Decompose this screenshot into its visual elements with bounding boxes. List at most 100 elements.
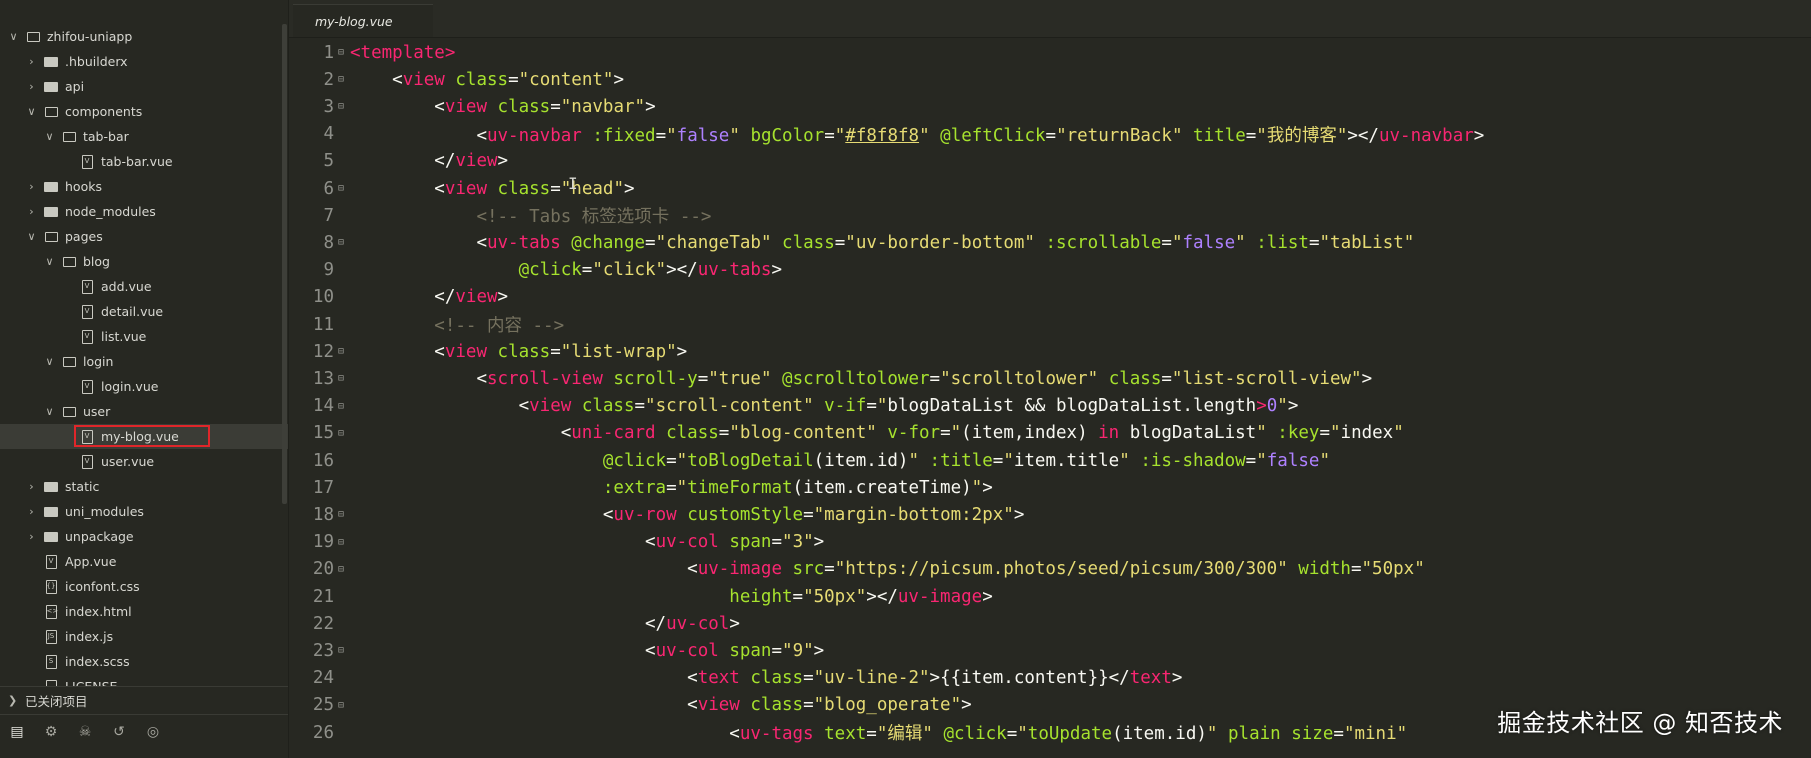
fold-toggle-icon[interactable]: ⊟ bbox=[334, 101, 348, 112]
tree-item-login[interactable]: ∨ login bbox=[0, 349, 288, 374]
code-line[interactable]: 19 ⊟ <uv-col span="3"> bbox=[289, 529, 1811, 556]
debug-icon[interactable]: ☠ bbox=[76, 724, 94, 740]
fold-toggle-icon[interactable]: ⊟ bbox=[334, 645, 348, 656]
fold-toggle-icon[interactable]: ⊟ bbox=[334, 74, 348, 85]
code-token: </ bbox=[434, 287, 456, 308]
fold-toggle-icon[interactable]: ⊟ bbox=[334, 428, 348, 439]
code-line[interactable]: 7 <!-- Tabs 标签选项卡 --> bbox=[289, 202, 1811, 229]
code-token: view bbox=[529, 396, 582, 417]
code-line[interactable]: 1 ⊟ <template> bbox=[289, 39, 1811, 66]
vue-file-icon: V bbox=[80, 279, 94, 294]
code-token: "true" bbox=[708, 368, 772, 389]
code-token: scroll-view bbox=[486, 368, 614, 389]
tree-item-user[interactable]: ∨ user bbox=[0, 399, 288, 424]
code-line[interactable]: 21 height="50px"></uv-image> bbox=[289, 583, 1811, 610]
tree-item-detail-vue[interactable]: Vdetail.vue bbox=[0, 299, 288, 324]
tree-item-iconfont-css[interactable]: {} iconfont.css bbox=[0, 574, 288, 599]
code-line[interactable]: 16 @click="toBlogDetail(item.id)" :title… bbox=[289, 447, 1811, 474]
fold-toggle-icon[interactable]: ⊟ bbox=[334, 237, 348, 248]
code-token: = bbox=[550, 341, 561, 362]
plugin-icon[interactable]: ⚙ bbox=[42, 724, 60, 740]
code-token: view bbox=[444, 96, 498, 117]
code-token: " bbox=[676, 477, 688, 498]
code-token: uv-col bbox=[655, 640, 730, 661]
fold-toggle-icon[interactable]: ⊟ bbox=[334, 401, 348, 412]
tree-item-components[interactable]: ∨ components bbox=[0, 99, 288, 124]
tree-item-hooks[interactable]: › hooks bbox=[0, 174, 288, 199]
fold-toggle-icon[interactable]: ⊟ bbox=[334, 183, 348, 194]
code-token: class bbox=[782, 232, 835, 253]
closed-projects-item[interactable]: ❯ 已关闭项目 bbox=[0, 686, 288, 713]
fold-toggle-icon[interactable]: ⊟ bbox=[334, 346, 348, 357]
code-line[interactable]: 18 ⊟ <uv-row customStyle="margin-bottom:2… bbox=[289, 501, 1811, 528]
code-line[interactable]: 8 ⊟ <uv-tabs @change="changeTab" class="u… bbox=[289, 229, 1811, 256]
fold-toggle-icon[interactable]: ⊟ bbox=[334, 509, 348, 520]
tree-item-index-html[interactable]: <> index.html bbox=[0, 599, 288, 624]
sidebar-scrollbar[interactable] bbox=[282, 24, 287, 504]
code-line[interactable]: 17 :extra="timeFormat(item.createTime)"> bbox=[289, 474, 1811, 501]
code-token: :scrollable bbox=[1045, 232, 1162, 253]
code-text: <!-- 内容 --> bbox=[348, 312, 564, 337]
tree-item-login-vue[interactable]: Vlogin.vue bbox=[0, 374, 288, 399]
tree-item-blog[interactable]: ∨ blog bbox=[0, 249, 288, 274]
editor-tab-bar: my-blog.vue bbox=[289, 0, 1811, 38]
code-token: @click bbox=[518, 260, 582, 281]
tree-item-add-vue[interactable]: Vadd.vue bbox=[0, 274, 288, 299]
tree-item-label: list.vue bbox=[101, 329, 147, 344]
code-line[interactable]: 15 ⊟ <uni-card class="blog-content" v-for… bbox=[289, 420, 1811, 447]
fold-toggle-icon[interactable]: ⊟ bbox=[334, 700, 348, 711]
code-line[interactable]: 14 ⊟ <view class="scroll-content" v-if="b… bbox=[289, 393, 1811, 420]
fold-toggle-icon[interactable]: ⊟ bbox=[334, 373, 348, 384]
code-token: = bbox=[771, 532, 783, 553]
tree-item-index-js[interactable]: JS index.js bbox=[0, 624, 288, 649]
code-text: </uv-col> bbox=[348, 614, 740, 634]
browser-icon[interactable]: ◎ bbox=[144, 724, 162, 740]
tree-item-pages[interactable]: ∨ pages bbox=[0, 224, 288, 249]
code-line[interactable]: 13 ⊟ <scroll-view scroll-y="true" @scroll… bbox=[289, 365, 1811, 392]
code-token: in bbox=[1098, 423, 1120, 444]
tree-item-zhifou-uniapp[interactable]: ∨ zhifou-uniapp bbox=[0, 24, 288, 49]
code-line[interactable]: 24 <text class="uv-line-2">{{item.conten… bbox=[289, 665, 1811, 692]
code-line[interactable]: 2 ⊟ <view class="content"> bbox=[289, 66, 1811, 93]
code-line[interactable]: 11 <!-- 内容 --> bbox=[289, 311, 1811, 338]
tree-item-my-blog-vue[interactable]: Vmy-blog.vue bbox=[0, 424, 288, 449]
code-line[interactable]: 5 </view> bbox=[289, 148, 1811, 175]
tree-item-node-modules[interactable]: › node_modules bbox=[0, 199, 288, 224]
code-token: "navbar" bbox=[560, 96, 646, 117]
code-line[interactable]: 3 ⊟ <view class="navbar"> bbox=[289, 93, 1811, 120]
code-line[interactable]: 12 ⊟ <view class="list-wrap"> bbox=[289, 338, 1811, 365]
code-token: "uv-border-bottom" bbox=[845, 232, 1035, 253]
fold-toggle-icon[interactable]: ⊟ bbox=[334, 47, 348, 58]
tree-item-app-vue[interactable]: V App.vue bbox=[0, 549, 288, 574]
code-editor[interactable]: 1 ⊟ <template> 2 ⊟ <view class="content"> 3 ⊟ … bbox=[289, 38, 1811, 758]
code-line[interactable]: 6 ⊟ <view class="head"> bbox=[289, 175, 1811, 202]
fold-toggle-icon[interactable]: ⊟ bbox=[334, 537, 348, 548]
git-icon[interactable]: ↺ bbox=[110, 724, 128, 740]
tree-item-hbuilderx[interactable]: › .hbuilderx bbox=[0, 49, 288, 74]
fold-toggle-icon[interactable]: ⊟ bbox=[334, 564, 348, 575]
code-line[interactable]: 9 @click="click"></uv-tabs> bbox=[289, 257, 1811, 284]
code-token: > bbox=[1287, 396, 1299, 417]
tree-item-user-vue[interactable]: Vuser.vue bbox=[0, 449, 288, 474]
tree-item-tab-bar[interactable]: ∨ tab-bar bbox=[0, 124, 288, 149]
line-number: 22 bbox=[312, 613, 334, 634]
code-line[interactable]: 23 ⊟ <uv-col span="9"> bbox=[289, 637, 1811, 664]
tree-item-list-vue[interactable]: Vlist.vue bbox=[0, 324, 288, 349]
tree-item-unpackage[interactable]: › unpackage bbox=[0, 524, 288, 549]
code-line[interactable]: 20 ⊟ <uv-image src="https://picsum.photos… bbox=[289, 556, 1811, 583]
code-token: uv-tabs bbox=[697, 260, 772, 281]
tree-item-index-scss[interactable]: Sindex.scss bbox=[0, 649, 288, 674]
code-line[interactable]: 22 </uv-col> bbox=[289, 610, 1811, 637]
project-manager-icon[interactable]: ▤ bbox=[8, 724, 26, 740]
code-token: class bbox=[1108, 368, 1162, 389]
code-line[interactable]: 10 </view> bbox=[289, 284, 1811, 311]
folder-icon bbox=[44, 480, 58, 494]
tree-item-tab-bar-vue[interactable]: Vtab-bar.vue bbox=[0, 149, 288, 174]
tree-item-static[interactable]: › static bbox=[0, 474, 288, 499]
code-line[interactable]: 4 <uv-navbar :fixed="false" bgColor="#f8… bbox=[289, 121, 1811, 148]
tree-item-license[interactable]: LICENSE bbox=[0, 674, 288, 686]
tree-item-api[interactable]: › api bbox=[0, 74, 288, 99]
tree-item-uni-modules[interactable]: › uni_modules bbox=[0, 499, 288, 524]
tab-my-blog-vue[interactable]: my-blog.vue bbox=[293, 4, 433, 37]
